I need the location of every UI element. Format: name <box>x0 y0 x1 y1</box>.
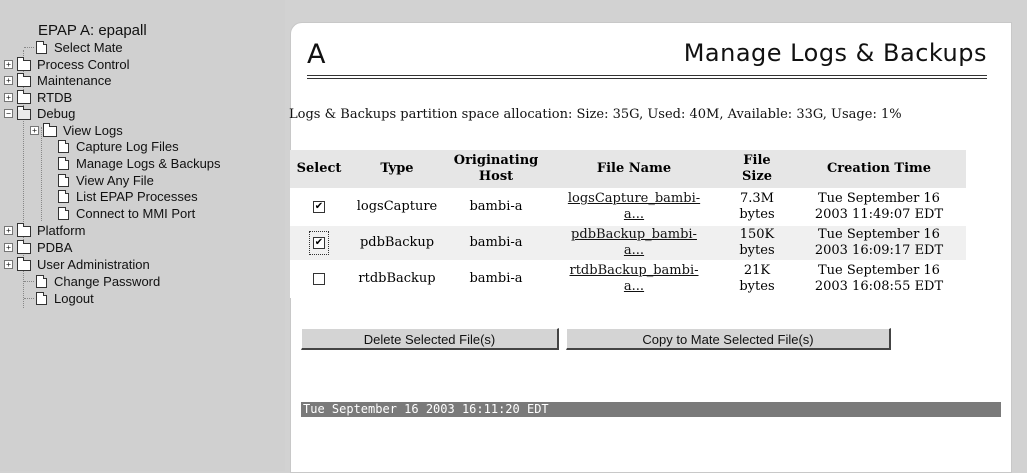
folder-icon <box>17 222 31 237</box>
size-cell: 150K bytes <box>722 225 792 262</box>
header-file-size: File Size <box>722 150 792 190</box>
host-cell: bambi-a <box>446 225 546 262</box>
page-icon <box>36 40 47 54</box>
header-select: Select <box>290 150 348 190</box>
creation-time-cell: Tue September 16 2003 16:08:55 EDT <box>792 261 966 298</box>
table-row: rtdbBackup bambi-a rtdbBackup_bambi- a..… <box>290 261 966 298</box>
type-cell: rtdbBackup <box>348 261 446 298</box>
file-name-cell: pdbBackup_bambi- a... <box>546 225 722 262</box>
file-name-cell: logsCapture_bambi- a... <box>546 189 722 226</box>
row-select-checkbox[interactable] <box>313 272 325 285</box>
epap-side-letter: A <box>307 39 326 70</box>
page-icon <box>36 274 47 288</box>
tree-item-connect-mmi-port[interactable]: Connect to MMI Port <box>58 206 195 221</box>
creation-time-cell: Tue September 16 2003 16:09:17 EDT <box>792 225 966 262</box>
tree-item-list-epap-processes[interactable]: List EPAP Processes <box>58 189 198 204</box>
expand-icon[interactable]: + <box>30 125 39 135</box>
tree-item-select-mate[interactable]: Select Mate <box>24 40 123 55</box>
header-creation-time: Creation Time <box>792 150 966 190</box>
folder-icon <box>17 89 31 104</box>
header-originating-host: Originating Host <box>446 150 546 190</box>
tree-item-debug[interactable]: − Debug <box>4 105 75 121</box>
expand-icon[interactable]: + <box>4 59 13 69</box>
page-icon <box>58 206 69 220</box>
header-file-name: File Name <box>546 150 722 190</box>
tree-item-manage-logs-backups[interactable]: Manage Logs & Backups <box>58 156 221 171</box>
file-name-cell: rtdbBackup_bambi- a... <box>546 261 722 298</box>
table-row: ✔ pdbBackup bambi-a pdbBackup_bambi- a..… <box>290 225 966 262</box>
type-cell: pdbBackup <box>348 225 446 262</box>
tree-item-view-logs[interactable]: + View Logs <box>30 122 123 138</box>
expand-icon[interactable]: + <box>4 92 13 102</box>
page-title: Manage Logs & Backups <box>683 39 987 67</box>
type-cell: logsCapture <box>348 189 446 226</box>
tree-item-logout[interactable]: Logout <box>24 291 94 306</box>
host-cell: bambi-a <box>446 189 546 226</box>
folder-icon <box>43 122 57 137</box>
title-divider <box>307 75 987 76</box>
focus-ring: ✔ <box>309 231 329 255</box>
select-cell: ✔ <box>290 225 348 262</box>
host-cell: bambi-a <box>446 261 546 298</box>
status-timestamp-bar: Tue September 16 2003 16:11:20 EDT <box>301 402 1001 417</box>
select-cell <box>290 261 348 298</box>
tree-item-view-any-file[interactable]: View Any File <box>58 173 154 188</box>
expand-icon[interactable]: + <box>4 242 13 252</box>
select-cell: ✔ <box>290 189 348 226</box>
main-panel: A Manage Logs & Backups Logs & Backups p… <box>289 22 1012 473</box>
folder-icon <box>17 72 31 87</box>
expand-icon[interactable]: + <box>4 75 13 85</box>
title-divider <box>307 78 987 79</box>
page-icon <box>58 173 69 187</box>
folder-icon <box>17 56 31 71</box>
tree-item-user-administration[interactable]: + User Administration <box>4 256 150 272</box>
page-icon <box>58 139 69 153</box>
tree-item-maintenance[interactable]: + Maintenance <box>4 72 111 88</box>
tree-title: EPAP A: epapall <box>38 22 147 39</box>
copy-to-mate-button[interactable]: Copy to Mate Selected File(s) <box>566 328 891 350</box>
tree-guide-debug <box>41 127 42 221</box>
file-link[interactable]: logsCapture_bambi- a... <box>568 191 700 222</box>
page-icon <box>58 189 69 203</box>
partition-allocation-text: Logs & Backups partition space allocatio… <box>289 107 902 122</box>
table-row: ✔ logsCapture bambi-a logsCapture_bambi-… <box>290 189 966 226</box>
row-select-checkbox[interactable]: ✔ <box>313 236 325 249</box>
tree-item-platform[interactable]: + Platform <box>4 222 85 238</box>
expand-icon[interactable]: + <box>4 225 13 235</box>
expand-icon[interactable]: + <box>4 259 13 269</box>
size-cell: 21K bytes <box>722 261 792 298</box>
folder-icon <box>17 239 31 254</box>
tree-item-rtdb[interactable]: + RTDB <box>4 89 72 105</box>
tree-item-change-password[interactable]: Change Password <box>24 274 160 289</box>
file-link[interactable]: pdbBackup_bambi- a... <box>571 227 697 258</box>
tree-item-capture-log-files[interactable]: Capture Log Files <box>58 139 179 154</box>
creation-time-cell: Tue September 16 2003 11:49:07 EDT <box>792 189 966 226</box>
file-link[interactable]: rtdbBackup_bambi- a... <box>569 263 698 294</box>
tree-item-process-control[interactable]: + Process Control <box>4 56 129 72</box>
page-icon <box>36 291 47 305</box>
navigation-tree: EPAP A: epapall Select Mate + Process Co… <box>0 0 285 471</box>
log-files-table: Select Type Originating Host File Name F… <box>290 150 966 298</box>
table-header-row: Select Type Originating Host File Name F… <box>290 150 966 190</box>
delete-selected-files-button[interactable]: Delete Selected File(s) <box>301 328 559 350</box>
header-type: Type <box>348 150 446 190</box>
collapse-icon[interactable]: − <box>4 108 13 118</box>
folder-icon <box>17 256 31 271</box>
page-icon <box>58 156 69 170</box>
row-select-checkbox[interactable]: ✔ <box>313 200 325 213</box>
tree-item-pdba[interactable]: + PDBA <box>4 239 72 255</box>
open-folder-icon <box>17 105 31 120</box>
size-cell: 7.3M bytes <box>722 189 792 226</box>
